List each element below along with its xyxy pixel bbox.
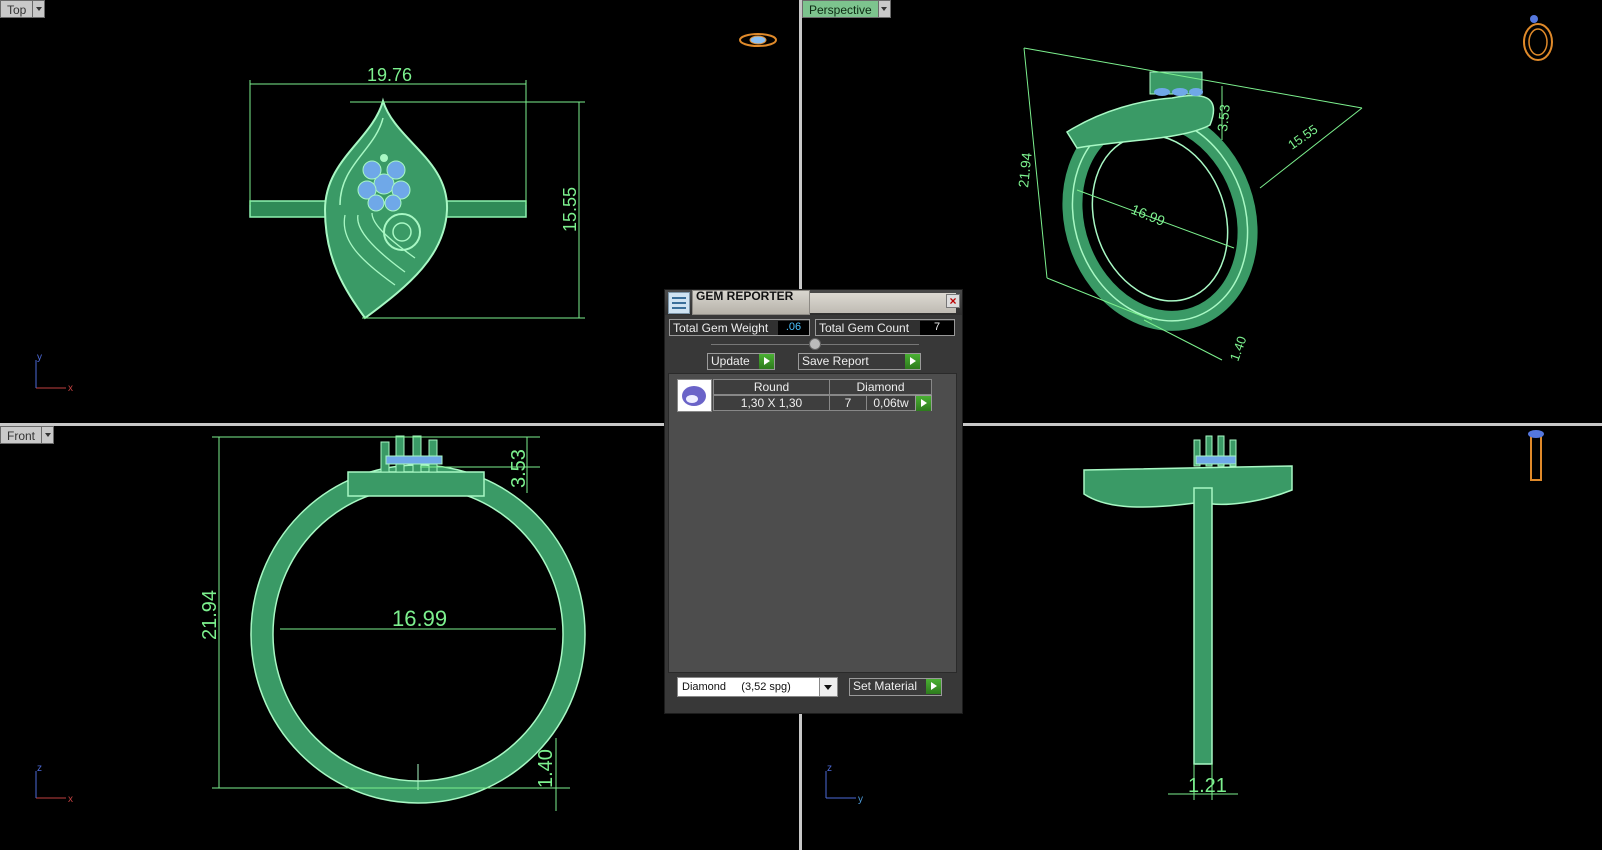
dim-persp-top: 3.53 [1214, 103, 1233, 132]
viewport-menu-dropdown[interactable] [877, 0, 891, 18]
total-gem-weight-value: .06 [778, 321, 809, 335]
dim-persp-depth: 15.55 [1285, 122, 1320, 153]
dim-persp-inner: 16.99 [1129, 201, 1168, 229]
axis-y-label: y [858, 794, 863, 805]
gem-shape-header: Round [713, 379, 830, 395]
axis-y-label: y [37, 352, 42, 363]
dim-front-top: 3.53 [508, 449, 530, 488]
gem-report-icon [668, 292, 690, 314]
ring-head-perspective [1065, 94, 1215, 149]
ring-band-right [1193, 487, 1213, 765]
gem-reporter-titlebar[interactable]: GEM REPORTER × [665, 290, 962, 315]
dim-top-width: 19.76 [367, 65, 412, 85]
collapse-toggle-icon[interactable] [809, 338, 821, 350]
viewport-menu-dropdown[interactable] [32, 0, 46, 18]
play-arrow-icon [905, 354, 920, 369]
total-gem-count-label: Total Gem Count [819, 321, 910, 335]
gem-cluster-right [1193, 435, 1237, 467]
gem-list: Round Diamond 1,30 X 1,30 7 0,06tw [668, 373, 957, 673]
gem-cluster-perspective [1149, 71, 1203, 96]
update-label: Update [711, 354, 750, 368]
set-material-button[interactable]: Set Material [849, 678, 942, 696]
total-gem-count-value: 7 [920, 321, 954, 335]
update-button[interactable]: Update [707, 353, 775, 370]
close-button[interactable]: × [946, 294, 960, 308]
gem-reporter-panel: GEM REPORTER × Total Gem Weight .06 Tota… [664, 289, 963, 714]
ring-preview-icon-persp [1523, 15, 1553, 61]
dim-persp-band: 1.40 [1227, 334, 1250, 363]
viewport-label-top[interactable]: Top [0, 0, 46, 18]
save-report-label: Save Report [802, 354, 869, 368]
gem-reporter-title: GEM REPORTER [696, 289, 794, 303]
ring-preview-icon-right [1528, 430, 1544, 481]
ring-head-front [347, 471, 485, 497]
viewport-label-perspective[interactable]: Perspective [802, 0, 891, 18]
ring-preview-icon-top [739, 33, 777, 47]
gem-size-cell: 1,30 X 1,30 [713, 395, 830, 411]
ring-head-right [1083, 465, 1293, 508]
viewport-label-front[interactable]: Front [0, 426, 55, 444]
gem-count-cell: 7 [829, 395, 867, 411]
material-select-value: Diamond (3,52 spg) [682, 681, 791, 693]
gem-material-header: Diamond [829, 379, 932, 395]
dim-right-band: 1.21 [1188, 775, 1227, 797]
total-gem-count-field: Total Gem Count 7 [815, 319, 955, 336]
gem-row-action-button[interactable] [915, 395, 932, 411]
dim-persp-height: 21.94 [1015, 152, 1035, 189]
dim-front-inner: 16.99 [392, 606, 447, 631]
ring-head-top [323, 97, 449, 320]
play-arrow-icon [926, 679, 941, 694]
play-arrow-icon [916, 396, 931, 411]
axis-x-label: x [68, 383, 73, 394]
viewport-label-text: Top [0, 0, 33, 18]
dim-top-height: 15.55 [560, 187, 580, 232]
save-report-button[interactable]: Save Report [798, 353, 921, 370]
total-gem-weight-label: Total Gem Weight [673, 321, 769, 335]
axis-z-label: z [37, 763, 42, 774]
dim-front-height: 21.94 [199, 590, 221, 640]
axis-z-label: z [827, 763, 832, 774]
round-gem-thumbnail[interactable] [677, 379, 712, 412]
axis-x-label: x [68, 794, 73, 805]
viewport-menu-dropdown[interactable] [41, 426, 55, 444]
dim-front-band: 1.40 [535, 749, 557, 788]
material-select[interactable]: Diamond (3,52 spg) [677, 677, 838, 697]
play-arrow-icon [759, 354, 774, 369]
viewport-label-text: Front [0, 426, 42, 444]
set-material-label: Set Material [853, 679, 918, 693]
gem-weight-cell: 0,06tw [866, 395, 916, 411]
chevron-down-icon[interactable] [819, 678, 837, 696]
viewport-label-text: Perspective [802, 0, 878, 18]
total-gem-weight-field: Total Gem Weight .06 [669, 319, 810, 336]
